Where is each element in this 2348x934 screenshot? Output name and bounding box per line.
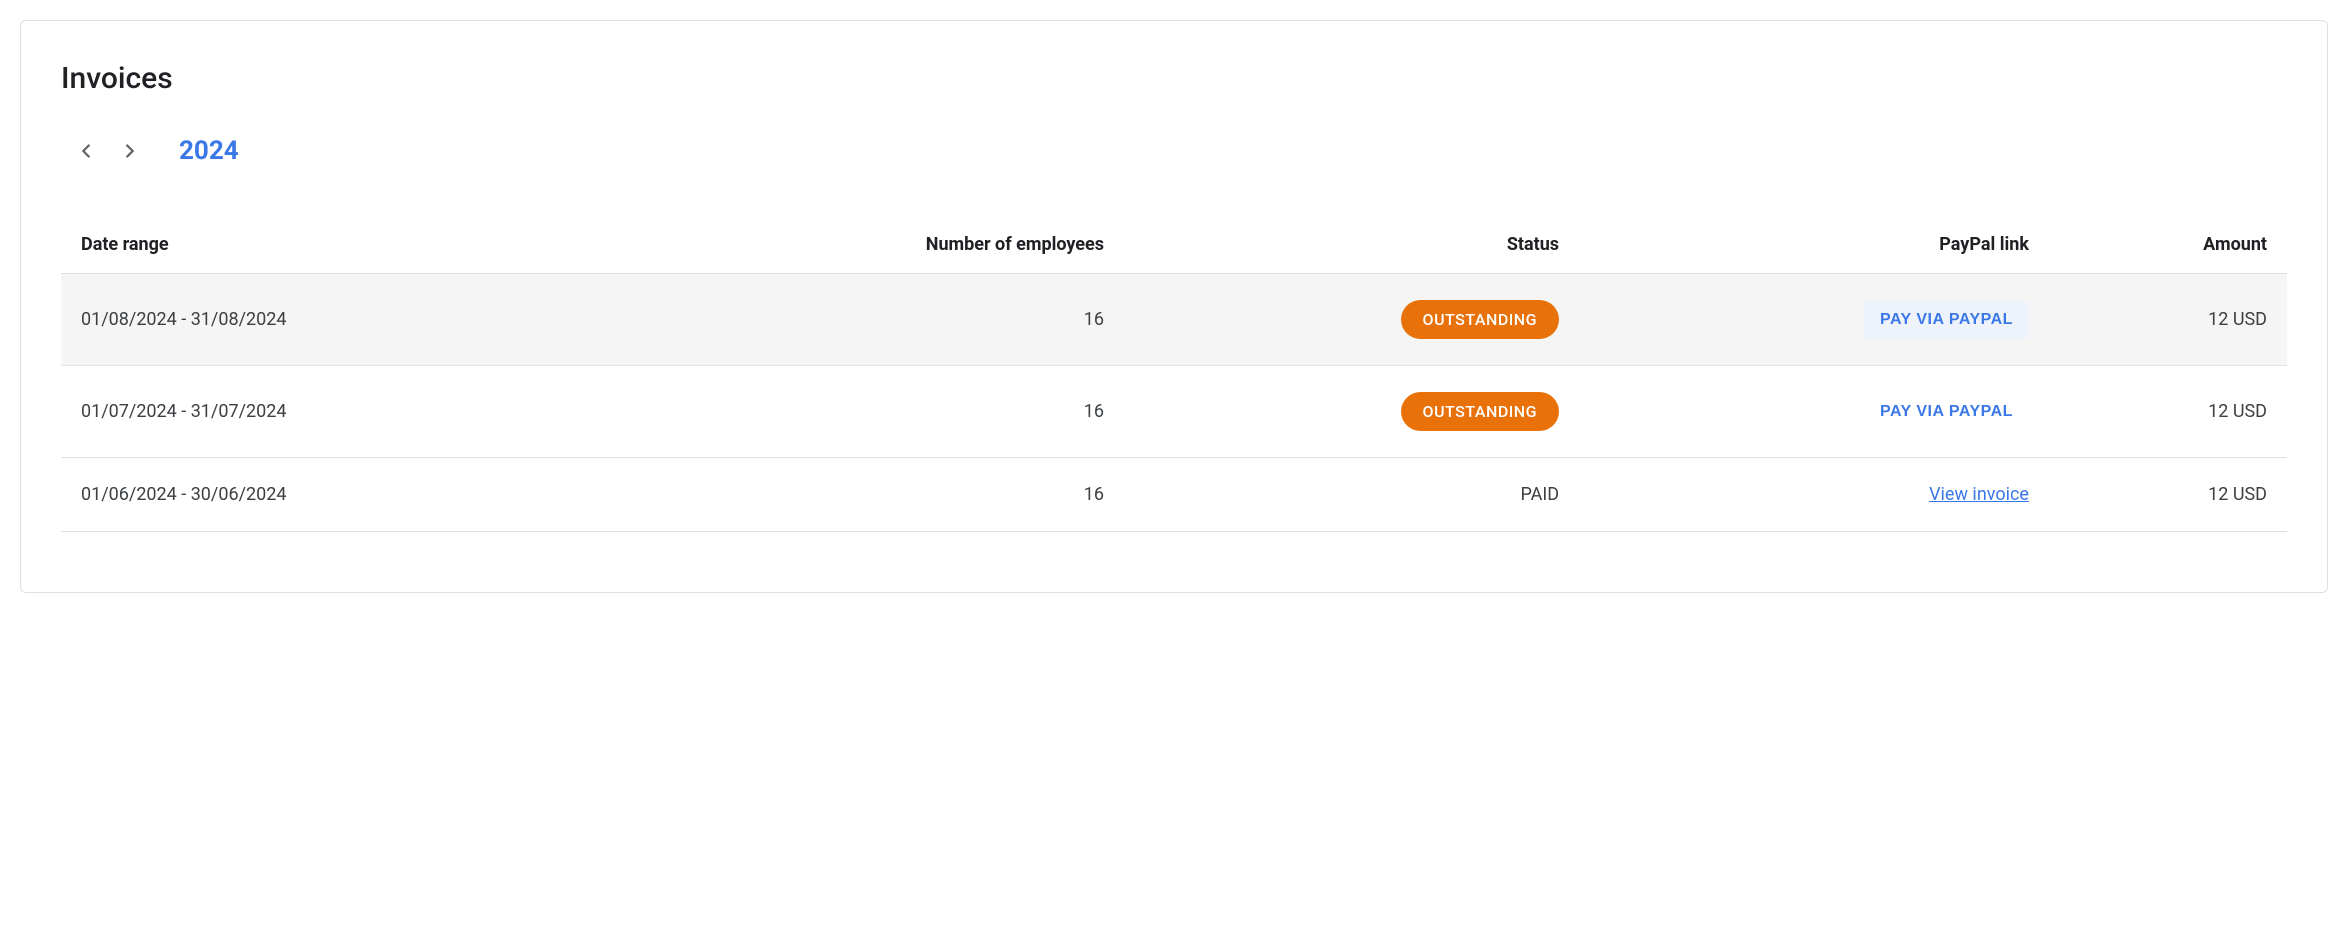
cell-status: OUTSTANDING	[1124, 366, 1579, 458]
cell-date-range: 01/07/2024 - 31/07/2024	[61, 366, 624, 458]
chevron-left-icon	[75, 140, 97, 162]
cell-date-range: 01/08/2024 - 31/08/2024	[61, 274, 624, 366]
table-header-row: Date range Number of employees Status Pa…	[61, 216, 2287, 274]
cell-amount: 12 USD	[2049, 366, 2287, 458]
view-invoice-link[interactable]: View invoice	[1929, 484, 2029, 505]
prev-year-button[interactable]	[71, 136, 101, 166]
status-badge-outstanding: OUTSTANDING	[1401, 300, 1560, 339]
cell-paypal: PAY VIA PAYPAL	[1579, 274, 2049, 366]
cell-status: PAID	[1124, 458, 1579, 532]
cell-paypal: View invoice	[1579, 458, 2049, 532]
col-header-employees: Number of employees	[624, 216, 1124, 274]
year-navigation: 2024	[61, 136, 2287, 166]
cell-date-range: 01/06/2024 - 30/06/2024	[61, 458, 624, 532]
pay-via-paypal-button[interactable]: PAY VIA PAYPAL	[1864, 393, 2029, 431]
table-row[interactable]: 01/08/2024 - 31/08/202416 OUTSTANDING PAY …	[61, 274, 2287, 366]
table-row[interactable]: 01/07/2024 - 31/07/202416 OUTSTANDING PAY …	[61, 366, 2287, 458]
status-paid-label: PAID	[1520, 484, 1559, 505]
col-header-amount: Amount	[2049, 216, 2287, 274]
next-year-button[interactable]	[115, 136, 145, 166]
table-row[interactable]: 01/06/2024 - 30/06/202416 PAID View invoic…	[61, 458, 2287, 532]
status-badge-outstanding: OUTSTANDING	[1401, 392, 1560, 431]
col-header-paypal: PayPal link	[1579, 216, 2049, 274]
cell-employees: 16	[624, 458, 1124, 532]
cell-employees: 16	[624, 366, 1124, 458]
invoices-card: Invoices 2024 Date range Number of emplo…	[20, 20, 2328, 593]
cell-amount: 12 USD	[2049, 458, 2287, 532]
pay-via-paypal-button[interactable]: PAY VIA PAYPAL	[1864, 301, 2029, 339]
invoices-table: Date range Number of employees Status Pa…	[61, 216, 2287, 532]
cell-amount: 12 USD	[2049, 274, 2287, 366]
cell-status: OUTSTANDING	[1124, 274, 1579, 366]
year-label: 2024	[179, 136, 239, 166]
col-header-status: Status	[1124, 216, 1579, 274]
cell-paypal: PAY VIA PAYPAL	[1579, 366, 2049, 458]
chevron-right-icon	[119, 140, 141, 162]
col-header-date-range: Date range	[61, 216, 624, 274]
page-title: Invoices	[61, 61, 2287, 96]
cell-employees: 16	[624, 274, 1124, 366]
